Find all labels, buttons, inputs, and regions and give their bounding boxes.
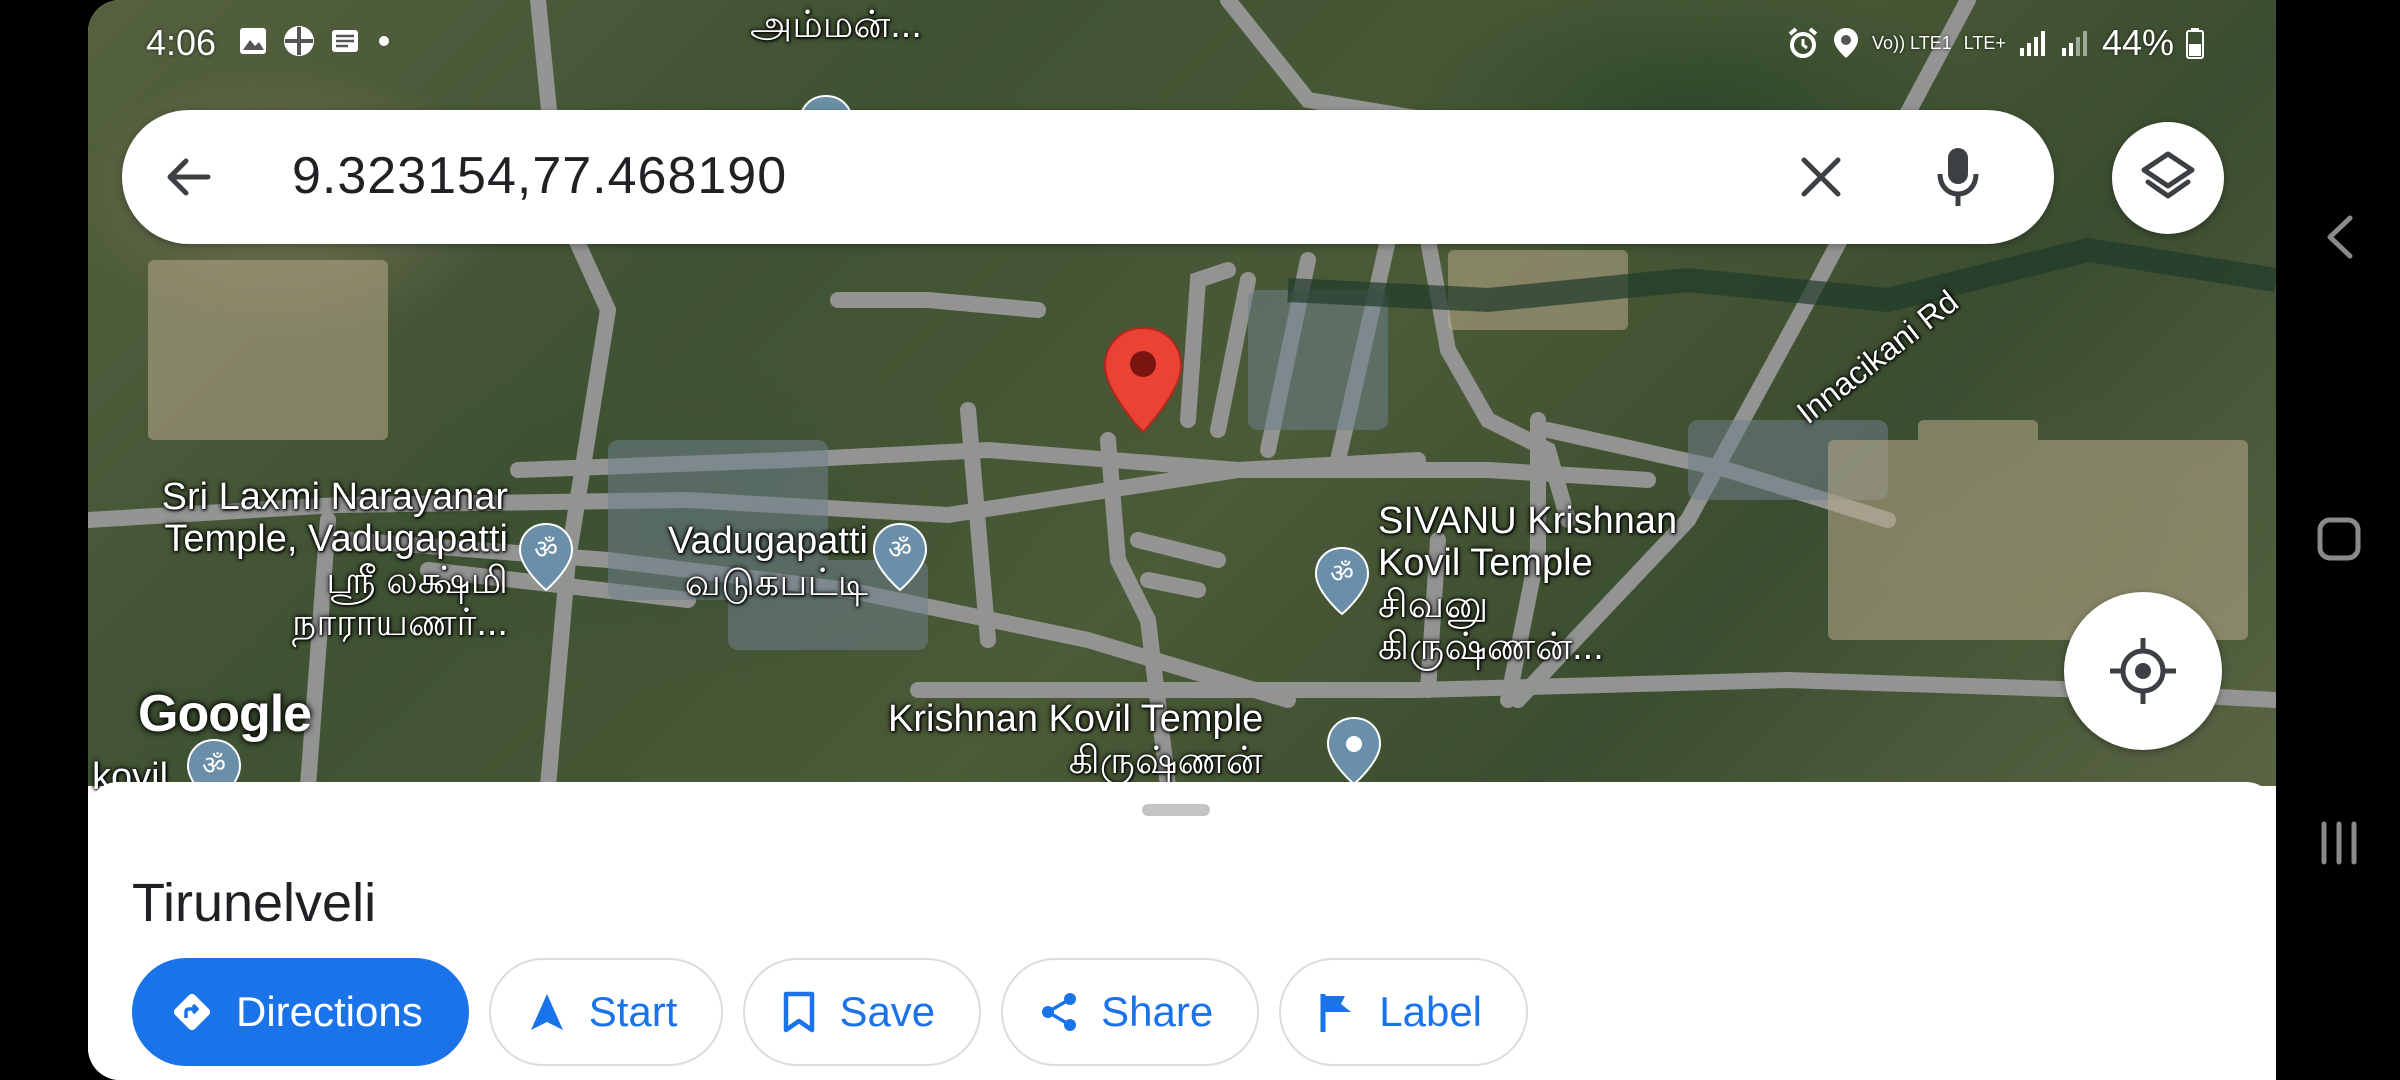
back-arrow-icon[interactable]: [158, 146, 220, 208]
share-button[interactable]: Share: [1001, 958, 1260, 1066]
label-button[interactable]: Label: [1279, 958, 1529, 1066]
label-line: நாராயணர்...: [291, 602, 508, 644]
label-line: Krishnan Kovil Temple: [888, 698, 1264, 740]
action-chip-row: Directions Start Save Share Label: [132, 958, 1529, 1066]
image-icon: [240, 28, 266, 54]
map-label-sri-laxmi[interactable]: Sri Laxmi Narayanar Temple, Vadugapatti …: [108, 476, 508, 644]
temple-pin-icon[interactable]: ॐ: [518, 522, 574, 592]
google-logo: Google: [138, 685, 312, 743]
share-icon: [1042, 993, 1077, 1031]
temple-pin-icon[interactable]: ॐ: [872, 522, 928, 592]
device-screen: ॐ ॐ ॐ ॐ அம்மன்... Sri Laxmi Narayanar Te…: [88, 0, 2276, 1080]
alarm-icon: [1788, 27, 1818, 58]
signal-icon: [2019, 31, 2045, 56]
flag-icon: [1320, 994, 1352, 1032]
temple-pin-icon[interactable]: ॐ: [1314, 546, 1370, 616]
layers-icon: [2141, 151, 2195, 199]
clear-icon[interactable]: [1792, 148, 1850, 206]
nav-home-icon[interactable]: [2316, 516, 2362, 562]
crosshair-location-icon: [2110, 638, 2176, 704]
navigation-arrow-icon: [530, 994, 563, 1030]
system-navigation-bar: [2276, 0, 2400, 1080]
volte-indicator: Vo)) LTE1: [1872, 33, 1952, 53]
svg-text:ॐ: ॐ: [888, 535, 912, 565]
svg-text:ॐ: ॐ: [1330, 559, 1354, 589]
map-label-vadugapatti[interactable]: Vadugapatti வடுகபட்டி: [618, 520, 868, 604]
label-line: சிவனு: [1378, 584, 1489, 626]
label-line: Temple, Vadugapatti: [164, 518, 508, 560]
label-line: SIVANU Krishnan: [1378, 500, 1678, 542]
start-button[interactable]: Start: [488, 958, 724, 1066]
dot-icon: [379, 36, 389, 46]
place-name: Tirunelveli: [132, 873, 377, 933]
battery-icon: [2186, 28, 2204, 59]
search-query[interactable]: 9.323154,77.468190: [292, 146, 787, 206]
nav-back-icon[interactable]: [2320, 212, 2360, 262]
label-label: Label: [1379, 988, 1483, 1035]
layers-button[interactable]: [2112, 122, 2224, 234]
bookmark-icon: [784, 991, 815, 1033]
dropped-pin-icon[interactable]: [1103, 326, 1183, 434]
svg-text:ॐ: ॐ: [202, 751, 226, 781]
news-icon: [332, 30, 358, 52]
drag-handle[interactable]: [1142, 804, 1210, 816]
search-bar[interactable]: 9.323154,77.468190: [122, 110, 2054, 244]
directions-button[interactable]: Directions: [132, 958, 469, 1066]
label-line: Kovil Temple: [1378, 542, 1593, 584]
directions-icon: [173, 993, 211, 1031]
status-time: 4:06: [146, 22, 217, 63]
microphone-icon[interactable]: [1928, 144, 1988, 210]
battery-percent: 44%: [2101, 22, 2174, 63]
signal-r-icon: [2061, 31, 2087, 56]
location-icon: [1834, 28, 1859, 58]
label-line: Vadugapatti: [667, 520, 868, 562]
save-button[interactable]: Save: [743, 958, 982, 1066]
label-line: வடுகபட்டி: [684, 562, 868, 604]
status-bar: 4:06 Vo)) LTE1 LTE+ 44%: [88, 0, 2276, 88]
grid-app-icon: [284, 26, 314, 56]
label-line: கிருஷ்ணன்...: [1378, 626, 1604, 668]
start-label: Start: [588, 988, 678, 1035]
label-line: ஸ்ரீ லக்ஷ்மி: [326, 560, 508, 602]
network-type: LTE+: [1963, 32, 2006, 53]
label-line: கிருஷ்ணன்: [1068, 740, 1263, 782]
map-label-sivanu-krishnan[interactable]: SIVANU Krishnan Kovil Temple சிவனு கிருஷ…: [1378, 500, 1677, 668]
svg-text:ॐ: ॐ: [534, 535, 558, 565]
nav-recents-icon[interactable]: [2316, 820, 2362, 866]
directions-label: Directions: [236, 988, 423, 1035]
share-label: Share: [1101, 988, 1214, 1035]
save-label: Save: [839, 988, 936, 1035]
place-bottom-sheet[interactable]: Tirunelveli Directions Start Save Share …: [88, 782, 2276, 1080]
map-label-krishnan-kovil[interactable]: Krishnan Kovil Temple கிருஷ்ணன்: [888, 698, 1263, 782]
place-pin-icon[interactable]: [1326, 716, 1382, 786]
my-location-button[interactable]: [2064, 592, 2222, 750]
label-line: Sri Laxmi Narayanar: [161, 476, 508, 518]
